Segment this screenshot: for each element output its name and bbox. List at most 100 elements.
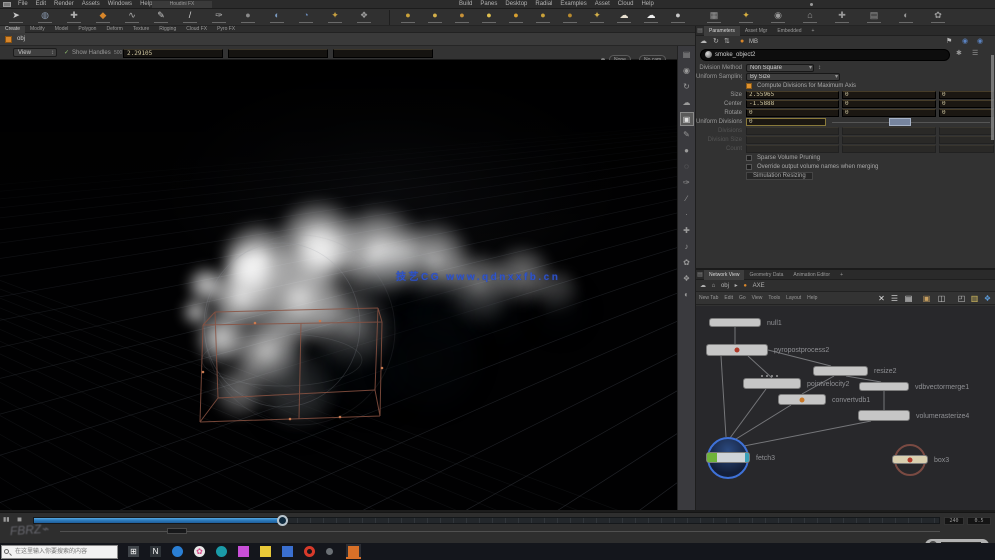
network-crumb[interactable]: obj bbox=[721, 283, 729, 289]
shelf-tool-home-icon[interactable]: ⌂ bbox=[798, 9, 822, 26]
frame-icon[interactable]: ◫ bbox=[936, 293, 947, 304]
viewport-mode-dropdown[interactable]: View bbox=[13, 48, 57, 57]
shelf-tool-dry-ice-icon[interactable]: ● bbox=[423, 9, 447, 26]
flag-icon[interactable]: ⚑ bbox=[946, 36, 952, 48]
stepper-icon[interactable]: ↕ bbox=[818, 64, 821, 72]
network-menu-edit[interactable]: Edit bbox=[724, 292, 733, 305]
gear-icon[interactable]: ✱ bbox=[956, 48, 962, 60]
tab-animation-editor[interactable]: Animation Editor bbox=[788, 270, 835, 280]
shelf-tool-cloud-icon[interactable]: ☁ bbox=[612, 9, 636, 26]
param-field[interactable]: 0 bbox=[939, 109, 994, 117]
shelf-tab-polygon[interactable]: Polygon bbox=[73, 26, 101, 33]
network-node-null1[interactable] bbox=[709, 318, 761, 327]
shelf-tool-star-tool-icon[interactable]: ✦ bbox=[734, 9, 758, 26]
app-icon[interactable] bbox=[3, 2, 11, 7]
pin-icon[interactable]: ◉ bbox=[962, 36, 968, 48]
refresh-icon[interactable]: ↻ bbox=[713, 36, 719, 48]
export-icon[interactable]: ◰ bbox=[956, 293, 967, 304]
half-shade-icon[interactable]: ◐ bbox=[680, 288, 694, 302]
param-checkbox[interactable] bbox=[746, 155, 752, 161]
notepad-icon[interactable]: N bbox=[150, 546, 161, 557]
menu-icon[interactable]: ☰ bbox=[972, 48, 978, 60]
nodes-display-icon[interactable]: ❖ bbox=[680, 272, 694, 286]
shelf-tool-billowy-smoke-icon[interactable]: ● bbox=[396, 9, 420, 26]
shelf-tool-half-sphere-icon[interactable]: ◐ bbox=[894, 9, 918, 26]
shelf-tool-sparks-icon[interactable]: ✦ bbox=[585, 9, 609, 26]
dot-tool-icon[interactable]: · bbox=[680, 208, 694, 222]
cloud-display-icon[interactable]: ☁ bbox=[680, 96, 694, 110]
pane-menu-icon[interactable]: ▤ bbox=[696, 271, 704, 278]
shelf-tab-modify[interactable]: Modify bbox=[25, 26, 50, 33]
network-node-pyropostprocess2[interactable] bbox=[706, 344, 768, 356]
param-field[interactable] bbox=[939, 145, 994, 153]
new-tab-button[interactable]: + bbox=[835, 270, 848, 280]
tab-geometry-data[interactable]: Geometry Data bbox=[744, 270, 788, 280]
save-icon[interactable]: ▥ bbox=[969, 293, 980, 304]
edit-tool-icon[interactable]: ✎ bbox=[680, 128, 694, 142]
menu-item-cloud[interactable]: Cloud bbox=[618, 0, 634, 9]
shelf-tool-knife-icon[interactable]: / bbox=[178, 9, 202, 26]
add-tool-icon[interactable]: ✚ bbox=[680, 224, 694, 238]
shelf-tool-pen-icon[interactable]: ✑ bbox=[207, 9, 231, 26]
param-field[interactable] bbox=[842, 145, 936, 153]
flower-app-icon[interactable]: ✿ bbox=[194, 546, 205, 557]
shelf-tab-cloud-fx[interactable]: Cloud FX bbox=[181, 26, 212, 33]
param-field[interactable] bbox=[842, 136, 936, 144]
browser-icon[interactable] bbox=[172, 546, 183, 557]
list-icon[interactable]: ☰ bbox=[889, 293, 900, 304]
node-name-field[interactable]: smoke_object2 bbox=[700, 49, 950, 61]
pen-tool-icon[interactable]: ✑ bbox=[680, 176, 694, 190]
shaded-mode-icon[interactable]: ▣ bbox=[679, 112, 694, 126]
shelf-tool-nodes-icon[interactable]: ❖ bbox=[352, 9, 376, 26]
menu-item-asset[interactable]: Asset bbox=[595, 0, 610, 9]
param-checkbox[interactable] bbox=[746, 164, 752, 170]
param-field[interactable]: 0 bbox=[746, 109, 839, 117]
menu-item-help[interactable]: Help bbox=[140, 0, 152, 9]
param-slider-handle[interactable] bbox=[889, 118, 911, 126]
menu-item-panes[interactable]: Panes bbox=[480, 0, 497, 9]
shelf-tool-add-icon[interactable]: ✚ bbox=[62, 9, 86, 26]
pyro-domain-box[interactable] bbox=[199, 307, 383, 423]
help-icon[interactable]: ◉ bbox=[977, 36, 983, 48]
image-icon[interactable]: ▣ bbox=[921, 293, 932, 304]
shelf-tab-create[interactable]: Create bbox=[0, 26, 26, 33]
video-progress-track[interactable] bbox=[33, 517, 940, 524]
shelf-tab-deform[interactable]: Deform bbox=[101, 26, 127, 33]
shelf-tool-volcano-icon[interactable]: ● bbox=[558, 9, 582, 26]
network-menu-new-tab[interactable]: New Tab bbox=[699, 292, 718, 305]
houdini-icon[interactable] bbox=[348, 546, 359, 557]
param-field[interactable] bbox=[746, 145, 839, 153]
param-field[interactable] bbox=[939, 136, 994, 144]
param-select[interactable]: Non Square bbox=[746, 64, 814, 72]
shelf-tool-spark-icon[interactable]: ✦ bbox=[323, 9, 347, 26]
param-checkbox[interactable] bbox=[746, 83, 752, 89]
shelf-tool-draw-icon[interactable]: ✎ bbox=[149, 9, 173, 26]
scrollbar[interactable] bbox=[991, 55, 994, 140]
param-slider-track[interactable] bbox=[832, 122, 990, 123]
param-field[interactable] bbox=[939, 127, 994, 135]
shelf-tab-model[interactable]: Model bbox=[50, 26, 74, 33]
network-menu-layout[interactable]: Layout bbox=[786, 292, 801, 305]
network-menu-tools[interactable]: Tools bbox=[768, 292, 780, 305]
viewport-3d[interactable]: 技艺CG www.qdnxxfb.cn bbox=[0, 60, 677, 512]
menu-item-file[interactable]: File bbox=[18, 0, 28, 9]
param-field[interactable] bbox=[746, 127, 839, 135]
shelf-tab-pyro-fx[interactable]: Pyro FX bbox=[212, 26, 240, 33]
menu-item-radial[interactable]: Radial bbox=[535, 0, 552, 9]
path-text[interactable]: obj bbox=[17, 33, 25, 46]
param-field[interactable] bbox=[842, 127, 936, 135]
flower-display-icon[interactable]: ✿ bbox=[680, 256, 694, 270]
param-field[interactable]: -1.5888 bbox=[746, 100, 839, 108]
network-menu-go[interactable]: Go bbox=[739, 292, 746, 305]
shelf-tool-plus-tool-icon[interactable]: ✚ bbox=[830, 9, 854, 26]
menu-item-help[interactable]: Help bbox=[641, 0, 653, 9]
sheet-icon[interactable]: ▤ bbox=[903, 293, 914, 304]
shelf-tool-wall-of-fire-icon[interactable]: ● bbox=[504, 9, 528, 26]
shelf-tool-layers-icon[interactable]: ▤ bbox=[862, 9, 886, 26]
network-node-resize2[interactable] bbox=[813, 366, 868, 376]
scrub-track[interactable] bbox=[60, 531, 940, 532]
note-tool-icon[interactable]: ♪ bbox=[680, 240, 694, 254]
taskview-icon[interactable]: ⊞ bbox=[128, 546, 139, 557]
network-menu-help[interactable]: Help bbox=[807, 292, 817, 305]
shelf-tool-flames-icon[interactable]: ● bbox=[531, 9, 555, 26]
